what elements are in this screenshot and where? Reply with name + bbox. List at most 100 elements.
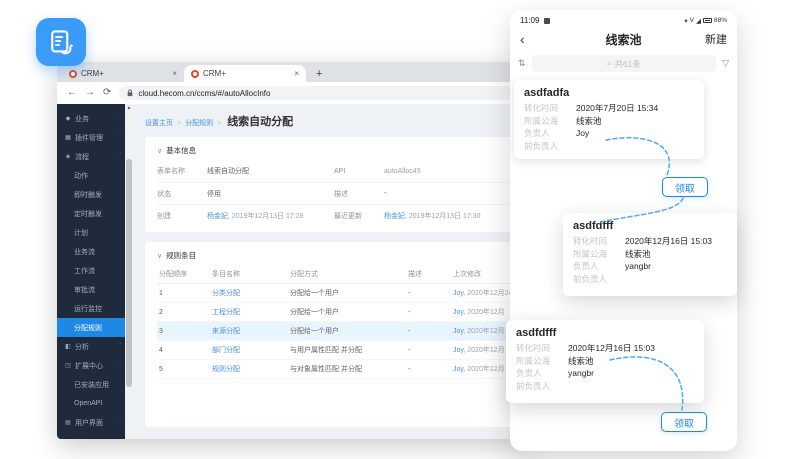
breadcrumb-link-alloc-rules[interactable]: 分配规则 — [185, 118, 213, 128]
claim-button[interactable]: 领取 — [661, 412, 707, 432]
sidebar-item-analysis[interactable]: ◧ 分析 ˇ — [57, 337, 125, 356]
claim-button[interactable]: 领取 — [662, 177, 708, 197]
sidebar-item-extension-center[interactable]: ◳ 扩展中心 ˇ — [57, 356, 125, 375]
sidebar-item-process[interactable]: ◈ 流程 ˇ — [57, 147, 125, 166]
search-input[interactable]: ⌕ 共61条 — [532, 55, 717, 72]
breadcrumb-separator: > — [217, 120, 221, 127]
scrollbar-up-arrow[interactable]: ▲ — [125, 104, 133, 113]
rule-name-link[interactable]: 来源分配 — [212, 326, 290, 336]
sidebar-item-label: 业务 — [75, 114, 89, 124]
sidebar-item-timed-trigger[interactable]: 定时触发 — [57, 204, 125, 223]
rule-name-link[interactable]: 部门分配 — [212, 345, 290, 355]
sidebar-item-openapi[interactable]: OpenAPI — [57, 394, 125, 413]
sidebar-item-label: 流程 — [75, 152, 89, 162]
rules-table: 分配顺序 条目名称 分配方式 描述 上次修改 1 分类分配 分配给一个用户 - … — [157, 265, 511, 379]
crm-app-body: ◆ 业务 ˇ ▦ 插件管理 ˇ ◈ 流程 ˇ 动作 即时 — [57, 104, 535, 439]
new-tab-button[interactable]: + — [316, 66, 322, 82]
breadcrumb-link-settings-home[interactable]: 设置主页 — [145, 118, 173, 128]
search-placeholder: 共61条 — [614, 58, 640, 70]
url-text: cloud.hecom.cn/ccms/#/autoAllocInfo — [138, 89, 270, 98]
back-chevron-icon[interactable]: ‹ — [520, 31, 562, 47]
new-button[interactable]: 新建 — [685, 31, 727, 47]
table-row[interactable]: 1 分类分配 分配给一个用户 - Joy, 2020年12月24日 11 — [157, 284, 511, 303]
wifi-icon: ▾ — [684, 17, 687, 25]
main-panel: 设置主页 > 分配规则 > 线索自动分配 ∨ 基本信息 表单名称 线 — [133, 104, 535, 439]
sidebar-item-alloc-rules[interactable]: 分配规则 — [57, 318, 125, 337]
user-link[interactable]: Joy — [453, 328, 463, 335]
sort-icon[interactable]: ⇅ — [518, 58, 526, 69]
sidebar-item-installed-apps[interactable]: 已安装应用 — [57, 375, 125, 394]
crm-favicon — [69, 70, 77, 78]
browser-tab-1[interactable]: CRM+ × — [62, 65, 184, 82]
field-value: 线索池 — [568, 355, 594, 368]
forward-icon[interactable]: → — [85, 88, 95, 98]
user-link[interactable]: Joy — [453, 290, 463, 297]
basic-info-header[interactable]: ∨ 基本信息 — [157, 145, 511, 156]
lead-card-floating[interactable]: asdfdfff 转化时间2020年12月16日 15:03 所属公海线索池 负… — [506, 320, 704, 403]
lead-card[interactable]: asdfadfa 转化时间2020年7月20日 15:34 所属公海线索池 负责… — [514, 80, 704, 159]
sidebar-item-action[interactable]: 动作 — [57, 166, 125, 185]
scrollbar-thumb[interactable] — [126, 159, 132, 387]
sidebar-item-workflow[interactable]: 工作流 — [57, 261, 125, 280]
reload-icon[interactable]: ⟳ — [103, 88, 111, 98]
sidebar-item-plan[interactable]: 计划 — [57, 223, 125, 242]
page-title: 线索自动分配 — [227, 113, 293, 129]
user-link[interactable]: Joy — [453, 366, 463, 373]
cell-desc: - — [408, 290, 453, 297]
field-api: API autoAlloc49 — [334, 160, 511, 182]
browser-tab-2[interactable]: CRM+ × — [184, 65, 306, 82]
browser-tab-strip: CRM+ × CRM+ × + — [57, 62, 535, 82]
field-label: 最近更新 — [334, 211, 384, 221]
cell-method: 分配给一个用户 — [290, 288, 408, 298]
user-link[interactable]: 杨金妃 — [207, 211, 228, 221]
sidebar-item-instant-trigger[interactable]: 即时触发 — [57, 185, 125, 204]
field-label: 前负责人 — [524, 140, 576, 153]
col-header-name: 条目名称 — [212, 269, 290, 279]
sidebar-item-label: 计划 — [74, 228, 88, 238]
field-value: yangbr — [625, 260, 651, 273]
field-label: 转化时间 — [573, 235, 625, 248]
rule-name-link[interactable]: 规则分配 — [212, 364, 290, 374]
filter-icon[interactable]: ▽ — [722, 58, 729, 69]
tab-label: CRM+ — [203, 69, 226, 78]
sidebar-item-label: 定时触发 — [74, 209, 102, 219]
lead-card-floating[interactable]: asdfdfff 转化时间2020年12月16日 15:03 所属公海线索池 负… — [563, 213, 737, 296]
field-value: 线索自动分配 — [207, 166, 249, 176]
tab-close-icon[interactable]: × — [294, 69, 299, 78]
user-link[interactable]: Joy — [453, 309, 463, 316]
cell-order: 5 — [157, 366, 212, 373]
sidebar-item-approval-flow[interactable]: 审批流 — [57, 280, 125, 299]
cell-desc: - — [408, 347, 453, 354]
collapse-caret-icon[interactable]: ∨ — [157, 252, 162, 260]
table-row[interactable]: 4 部门分配 与用户属性匹配 并分配 - Joy, 2020年12月 — [157, 341, 511, 360]
field-label: 所属公海 — [573, 248, 625, 261]
sidebar-item-business[interactable]: ◆ 业务 ˇ — [57, 109, 125, 128]
field-label: 所属公海 — [524, 115, 576, 128]
table-row-highlighted[interactable]: 3 来源分配 分配给一个用户 - Joy, 2020年12月 — [157, 322, 511, 341]
user-link[interactable]: Joy — [453, 347, 463, 354]
sidebar-item-label: 业务流 — [74, 247, 95, 257]
collapse-caret-icon[interactable]: ∨ — [157, 147, 162, 155]
tab-close-icon[interactable]: × — [172, 69, 177, 78]
section-title: 基本信息 — [166, 145, 196, 156]
table-row[interactable]: 2 工程分配 分配给一个用户 - Joy, 2020年12月 — [157, 303, 511, 322]
business-icon: ◆ — [64, 115, 72, 122]
field-value: autoAlloc49 — [384, 168, 421, 175]
crm-app-icon[interactable] — [36, 18, 86, 66]
back-icon[interactable]: ← — [67, 88, 77, 98]
sidebar-item-user-interface[interactable]: ▤ 用户界面 ˇ — [57, 413, 125, 432]
sidebar-item-plugins[interactable]: ▦ 插件管理 ˇ — [57, 128, 125, 147]
field-value: - — [384, 190, 386, 197]
user-link[interactable]: 杨金妃 — [384, 211, 405, 221]
rule-entries-header[interactable]: ∨ 规则条目 — [157, 250, 511, 261]
sidebar-item-run-monitor[interactable]: 运行监控 — [57, 299, 125, 318]
table-row[interactable]: 5 规则分配 与对象属性匹配 并分配 - Joy, 2020年12月 — [157, 360, 511, 379]
sidebar-item-business-flow[interactable]: 业务流 — [57, 242, 125, 261]
chevron-icon: ˇ — [119, 344, 121, 350]
battery-icon — [703, 18, 712, 23]
address-bar[interactable]: cloud.hecom.cn/ccms/#/autoAllocInfo — [119, 86, 525, 100]
rule-name-link[interactable]: 分类分配 — [212, 288, 290, 298]
sidebar-scrollbar[interactable]: ▲ — [125, 104, 133, 439]
rule-name-link[interactable]: 工程分配 — [212, 307, 290, 317]
sidebar-item-label: 审批流 — [74, 285, 95, 295]
